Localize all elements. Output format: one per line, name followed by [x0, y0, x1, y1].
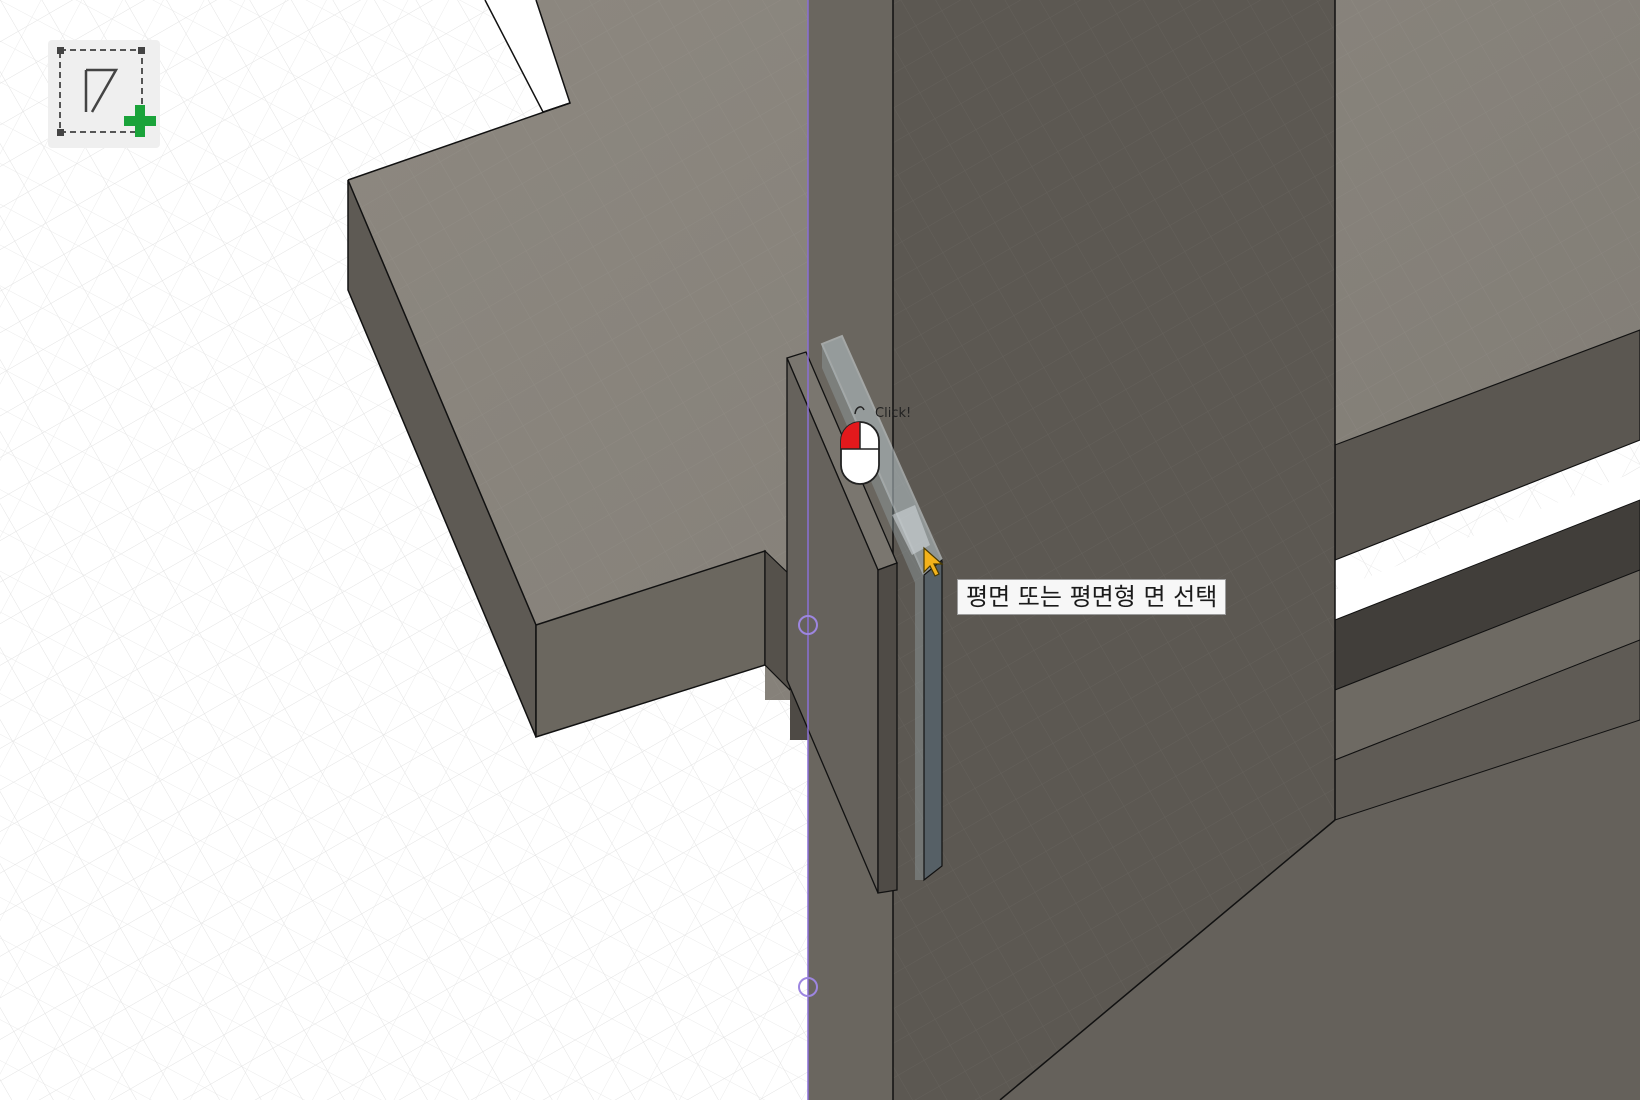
3d-model-viewport[interactable]	[0, 0, 1640, 1100]
create-sketch-icon[interactable]	[48, 40, 160, 148]
selection-hint-tooltip: 평면 또는 평면형 면 선택	[957, 579, 1227, 615]
click-label: Click!	[875, 406, 912, 421]
